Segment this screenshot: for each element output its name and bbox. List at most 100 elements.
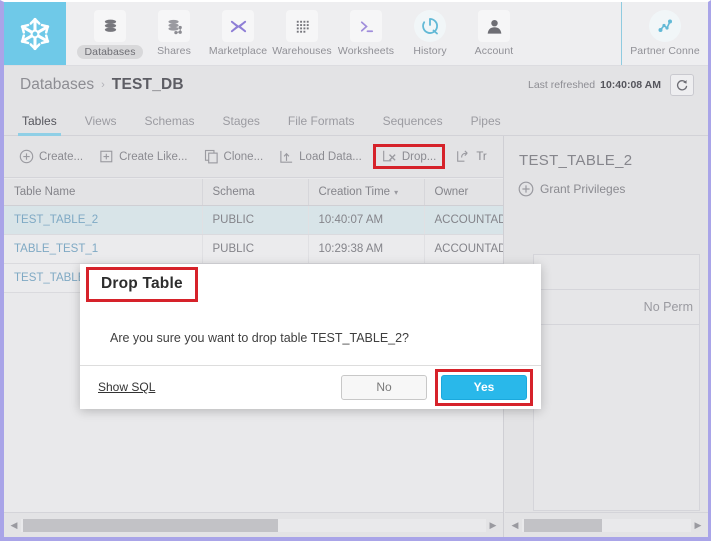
nav-items: Databases Shares Marketplace Warehouses … [66, 2, 621, 65]
breadcrumb-separator-icon: › [101, 79, 105, 91]
last-refreshed-time: 10:40:08 AM [600, 79, 661, 91]
scroll-left-arrow-icon[interactable]: ◀ [7, 520, 21, 531]
clone-button-label: Clone... [223, 150, 264, 163]
table-row[interactable]: TABLE_TEST_1 PUBLIC 10:29:38 AM ACCOUNTA… [4, 234, 503, 264]
scrollbar-thumb[interactable] [23, 518, 278, 532]
top-navigation-bar: Databases Shares Marketplace Warehouses … [4, 2, 708, 66]
table-header-row: Table Name Schema Creation Time ▾ Owner [4, 179, 503, 206]
tab-views[interactable]: Views [85, 114, 117, 135]
dialog-footer: Show SQL No Yes [80, 366, 541, 408]
nav-label-account: Account [474, 45, 514, 57]
yes-button-highlight: Yes [435, 368, 533, 406]
cell-table-name[interactable]: TEST_TABLE_2 [4, 205, 203, 235]
no-permissions-label: No Perm [643, 300, 693, 314]
partner-connect-icon [649, 10, 681, 42]
snowflake-icon [20, 17, 50, 50]
grant-privileges-label: Grant Privileges [540, 182, 626, 196]
dialog-body: Are you sure you want to drop table TEST… [80, 311, 541, 366]
clone-icon [204, 149, 218, 164]
create-button-label: Create... [39, 150, 84, 163]
drop-button-label: Drop... [401, 150, 437, 163]
nav-item-worksheets[interactable]: Worksheets [334, 2, 398, 57]
scrollbar-track[interactable] [21, 518, 486, 532]
worksheets-icon [350, 10, 382, 42]
warehouses-icon [286, 10, 318, 42]
create-like-button-label: Create Like... [119, 150, 188, 163]
scrollbar-thumb[interactable] [524, 518, 602, 532]
tab-tables[interactable]: Tables [18, 114, 61, 136]
tab-sequences[interactable]: Sequences [383, 114, 443, 135]
cell-owner: ACCOUNTADMI [424, 234, 503, 264]
tab-file-formats[interactable]: File Formats [288, 114, 355, 135]
dialog-title: Drop Table [86, 267, 198, 302]
drop-button[interactable]: Drop... [372, 144, 446, 169]
breadcrumb-root[interactable]: Databases [20, 76, 94, 94]
column-header-creation-time[interactable]: Creation Time ▾ [308, 179, 425, 206]
yes-button[interactable]: Yes [441, 374, 527, 400]
show-sql-link[interactable]: Show SQL [98, 380, 155, 394]
shares-icon [158, 10, 190, 42]
refresh-icon [676, 80, 688, 91]
marketplace-icon [222, 10, 254, 42]
last-refreshed-label: Last refreshed [527, 79, 596, 91]
plus-circle-icon [19, 149, 34, 164]
cell-creation-time: 10:40:07 AM [308, 205, 425, 235]
scrollbar-track[interactable] [522, 518, 691, 532]
create-button[interactable]: Create... [14, 145, 88, 168]
snowflake-logo[interactable] [4, 2, 66, 65]
nav-item-shares[interactable]: Shares [142, 2, 206, 57]
cell-creation-time: 10:29:38 AM [308, 234, 425, 264]
app-window: Databases Shares Marketplace Warehouses … [0, 0, 711, 541]
table-row[interactable]: TEST_TABLE_2 PUBLIC 10:40:07 AM ACCOUNTA… [4, 205, 503, 235]
details-horizontal-scrollbar[interactable]: ◀ ▶ [505, 512, 708, 537]
tab-stages[interactable]: Stages [223, 114, 260, 135]
scroll-right-arrow-icon[interactable]: ▶ [486, 520, 500, 531]
permissions-header-row [534, 255, 699, 290]
clone-button[interactable]: Clone... [199, 145, 269, 168]
nav-label-shares: Shares [157, 45, 191, 57]
nav-label-databases: Databases [77, 45, 143, 59]
tables-horizontal-scrollbar[interactable]: ◀ ▶ [4, 512, 503, 537]
history-icon [414, 10, 446, 42]
details-pane-title: TEST_TABLE_2 [519, 152, 633, 169]
nav-item-history[interactable]: History [398, 2, 462, 57]
breadcrumb-bar: Databases › TEST_DB Last refreshed 10:40… [4, 66, 708, 104]
nav-item-databases[interactable]: Databases [77, 2, 143, 59]
column-header-schema[interactable]: Schema [202, 179, 309, 206]
breadcrumb-current: TEST_DB [111, 76, 184, 93]
nav-label-marketplace: Marketplace [208, 45, 268, 57]
nav-item-partner-connect[interactable]: Partner Conne [622, 2, 708, 65]
column-header-owner[interactable]: Owner [424, 179, 503, 206]
cell-owner: ACCOUNTADMI [424, 205, 503, 235]
dialog-header: Drop Table [80, 264, 541, 311]
load-data-icon [280, 150, 293, 163]
refresh-button[interactable] [670, 74, 694, 96]
scroll-right-arrow-icon[interactable]: ▶ [691, 520, 705, 531]
cell-table-name[interactable]: TABLE_TEST_1 [4, 234, 203, 264]
create-like-button[interactable]: Create Like... [94, 145, 192, 168]
transfer-icon [457, 150, 468, 162]
plus-circle-icon [518, 181, 534, 197]
dialog-message: Are you sure you want to drop table TEST… [110, 331, 410, 345]
drop-icon [382, 150, 396, 162]
nav-label-history: History [413, 45, 447, 57]
permissions-empty-row: No Perm [534, 290, 699, 325]
create-like-icon [100, 150, 113, 163]
transfer-button[interactable]: Tr [451, 145, 491, 168]
scroll-left-arrow-icon[interactable]: ◀ [508, 520, 522, 531]
transfer-button-label: Tr [476, 150, 487, 163]
nav-label-warehouses: Warehouses [272, 45, 332, 57]
sort-descending-icon: ▾ [394, 188, 399, 197]
no-button[interactable]: No [341, 374, 427, 400]
load-data-button[interactable]: Load Data... [274, 145, 367, 168]
load-data-button-label: Load Data... [299, 150, 362, 163]
column-header-table-name[interactable]: Table Name [4, 179, 203, 206]
databases-icon [94, 10, 126, 42]
permissions-card: No Perm [533, 254, 700, 511]
tab-pipes[interactable]: Pipes [471, 114, 501, 135]
grant-privileges-button[interactable]: Grant Privileges [505, 169, 708, 197]
nav-item-account[interactable]: Account [462, 2, 526, 57]
tab-schemas[interactable]: Schemas [144, 114, 194, 135]
nav-item-warehouses[interactable]: Warehouses [270, 2, 334, 57]
nav-item-marketplace[interactable]: Marketplace [206, 2, 270, 57]
